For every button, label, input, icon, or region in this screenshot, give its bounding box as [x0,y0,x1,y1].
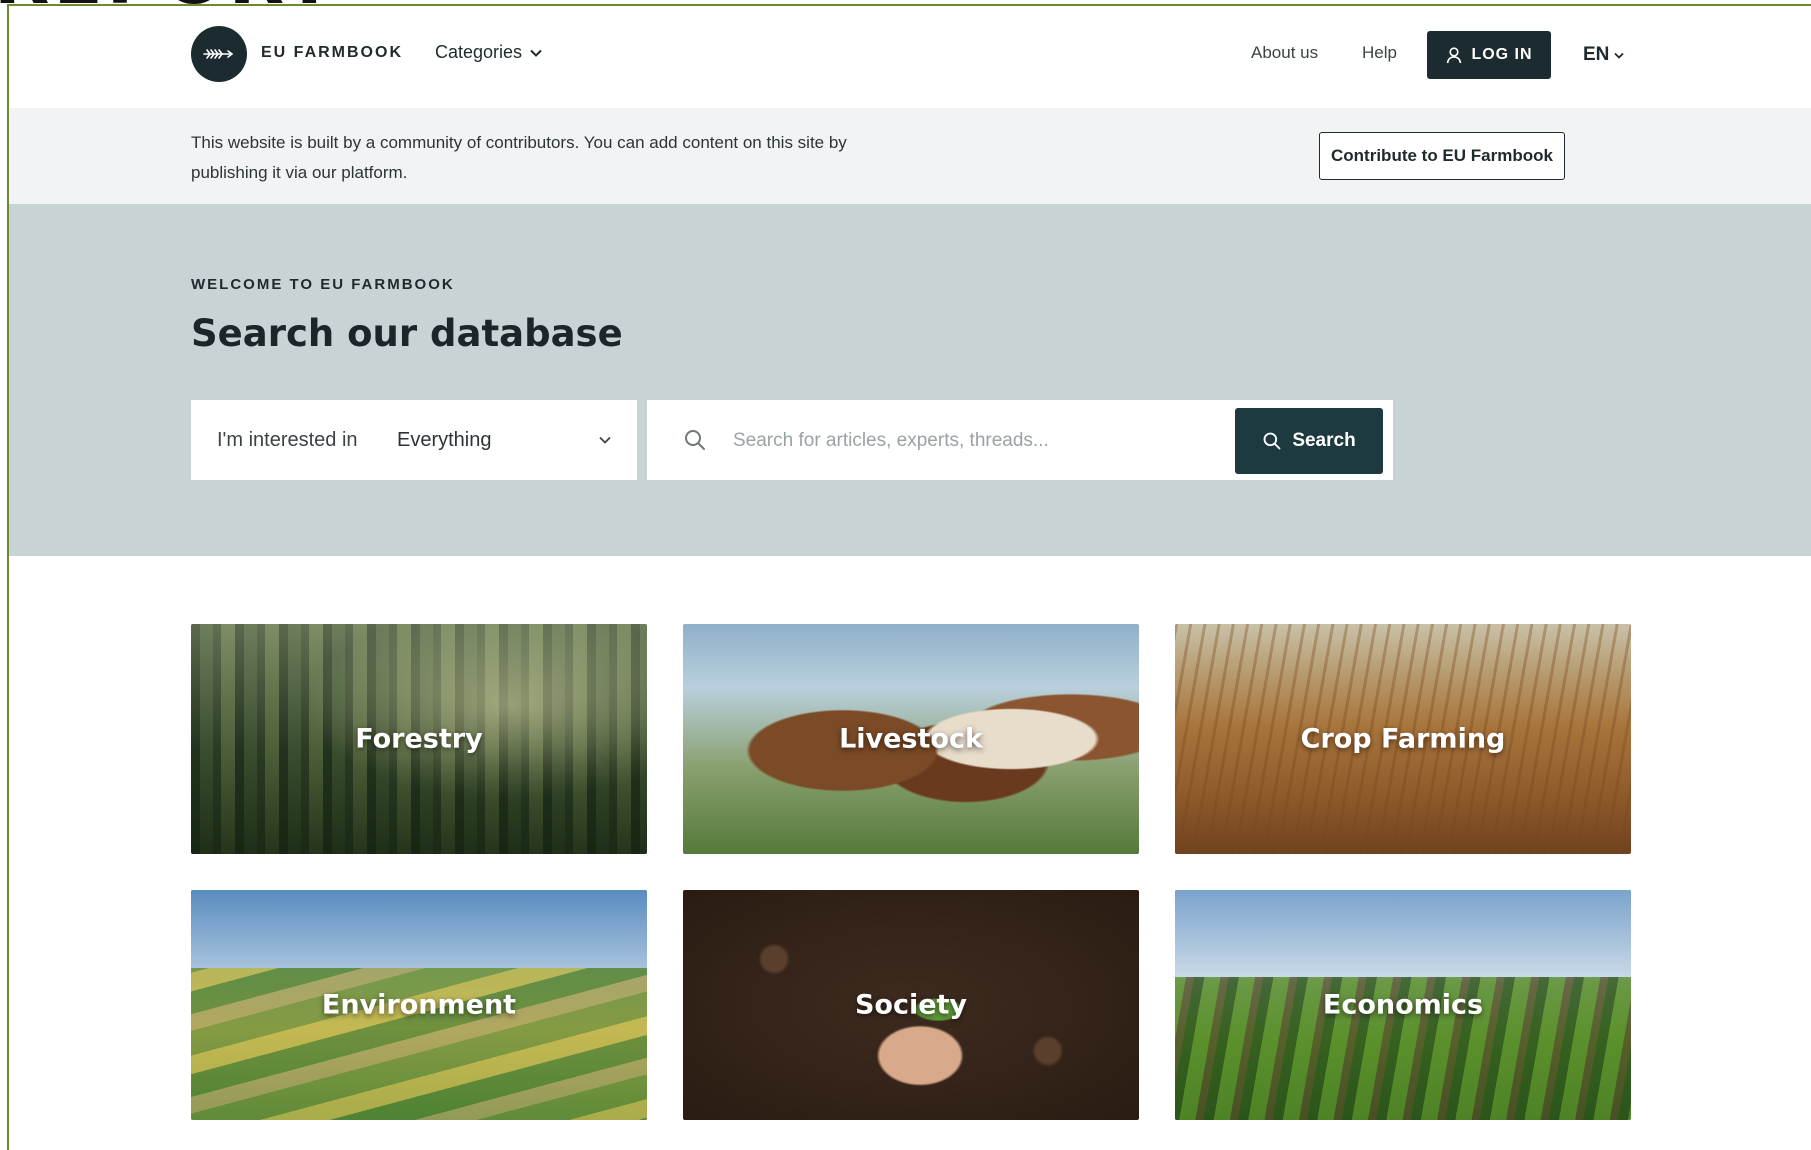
login-button[interactable]: LOG IN [1427,31,1551,79]
search-button-label: Search [1292,430,1356,451]
category-label: Environment [321,989,517,1021]
language-label: EN [1583,44,1610,65]
interest-select-value: Everything [397,428,492,451]
search-icon [1263,432,1281,450]
category-tile-livestock[interactable]: Livestock [683,624,1139,854]
about-us-link[interactable]: About us [1251,43,1318,63]
search-button[interactable]: Search [1235,408,1383,474]
contribute-button[interactable]: Contribute to EU Farmbook [1319,132,1565,180]
search-bar: Search [647,400,1393,480]
wheat-logo-icon [203,49,233,59]
chevron-down-icon [599,436,611,444]
categories-menu[interactable]: Categories [435,42,542,63]
chevron-down-icon [1614,52,1625,59]
page-title: Search our database [191,312,623,355]
contributors-banner: This website is built by a community of … [9,108,1811,204]
browser-viewport: EU FARMBOOK Categories About us Help LOG… [7,4,1811,1150]
category-label: Forestry [355,723,483,755]
site-header: EU FARMBOOK Categories About us Help LOG… [9,6,1811,108]
search-input[interactable] [731,420,1205,462]
category-tile-forestry[interactable]: Forestry [191,624,647,854]
login-label: LOG IN [1471,46,1533,63]
categories-label: Categories [435,42,523,62]
brand-name[interactable]: EU FARMBOOK [261,44,403,62]
category-tile-environment[interactable]: Environment [191,890,647,1120]
help-link[interactable]: Help [1362,43,1397,63]
category-tile-society[interactable]: Society [683,890,1139,1120]
category-label: Society [854,989,968,1021]
language-selector[interactable]: EN [1583,44,1625,66]
welcome-eyebrow: WELCOME TO EU FARMBOOK [191,276,455,293]
contributors-text: This website is built by a community of … [191,133,847,182]
interest-select-label: I'm interested in [217,428,358,451]
category-label: Crop Farming [1300,723,1506,755]
category-label: Livestock [839,723,983,755]
category-tile-economics[interactable]: Economics [1175,890,1631,1120]
user-icon [1447,47,1462,64]
interest-select[interactable]: I'm interested in Everything [191,400,637,480]
chevron-down-icon [530,49,542,57]
category-tile-crop-farming[interactable]: Crop Farming [1175,624,1631,854]
site-logo[interactable] [191,26,247,82]
search-hero: WELCOME TO EU FARMBOOK Search our databa… [9,204,1811,556]
category-label: Economics [1322,989,1484,1021]
search-icon [683,428,707,457]
